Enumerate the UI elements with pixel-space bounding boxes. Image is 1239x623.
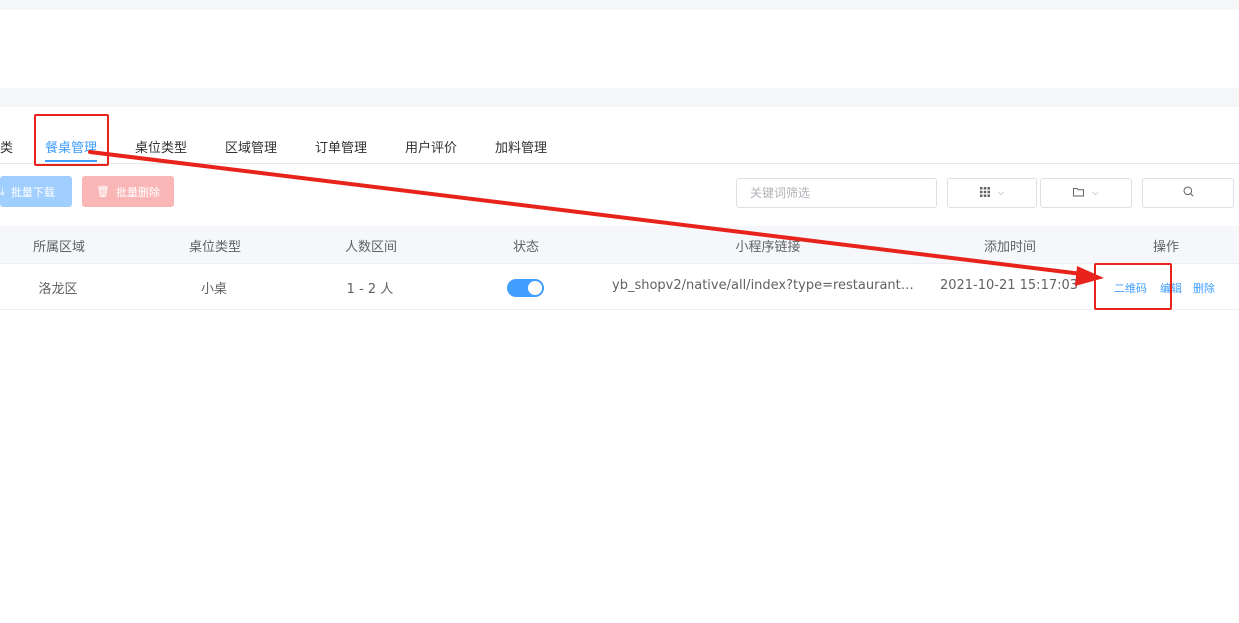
cell-mini-program-link: yb_shopv2/native/all/index?type=restaura…	[612, 278, 920, 293]
column-header-actions: 操作	[1152, 240, 1180, 255]
annotation-box-tab	[34, 114, 109, 166]
view-toggle-dropdown[interactable]: ⌵	[947, 178, 1037, 208]
top-band	[0, 0, 1239, 10]
status-toggle[interactable]	[507, 279, 544, 297]
delete-link[interactable]: 删除	[1193, 280, 1215, 296]
column-header-people: 人数区间	[344, 240, 398, 255]
grid-icon	[979, 186, 990, 200]
cell-people: 1 - 2 人	[346, 282, 394, 297]
section-divider-band	[0, 88, 1239, 107]
cell-added-time: 2021-10-21 15:17:03	[939, 278, 1079, 293]
download-icon: ⤓	[0, 184, 5, 198]
cell-area: 洛龙区	[38, 282, 78, 297]
column-header-mini-program-link: 小程序链接	[735, 240, 801, 255]
tab-table-type[interactable]: 桌位类型	[135, 137, 187, 156]
table-header: 所属区域 桌位类型 人数区间 状态 小程序链接 添加时间 操作	[0, 226, 1239, 264]
batch-delete-label: 批量删除	[115, 185, 160, 199]
batch-delete-button[interactable]: 🗑 批量删除	[82, 176, 174, 207]
search-button[interactable]	[1142, 178, 1234, 208]
keyword-filter-input[interactable]	[736, 178, 937, 208]
cell-type: 小桌	[200, 282, 228, 297]
tab-user-reviews[interactable]: 用户评价	[405, 137, 457, 156]
column-header-added-time: 添加时间	[983, 240, 1037, 255]
trash-icon: 🗑	[96, 185, 110, 198]
chevron-down-icon: ⌵	[997, 188, 1005, 198]
tab-order-management[interactable]: 订单管理	[315, 137, 367, 156]
column-header-type: 桌位类型	[188, 240, 242, 255]
tab-topping-management[interactable]: 加料管理	[495, 137, 547, 156]
column-header-area: 所属区域	[32, 240, 86, 255]
tab-bar: 类 餐桌管理 桌位类型 区域管理 订单管理 用户评价 加料管理	[0, 130, 1239, 164]
search-icon	[1183, 186, 1194, 200]
folder-dropdown[interactable]: ⌵	[1040, 178, 1132, 208]
chevron-down-icon: ⌵	[1092, 188, 1099, 198]
tab-partial[interactable]: 类	[0, 137, 13, 156]
tab-area-management[interactable]: 区域管理	[225, 137, 277, 156]
column-header-status: 状态	[512, 240, 540, 255]
table-row: 洛龙区 小桌 1 - 2 人 yb_shopv2/native/all/inde…	[0, 264, 1239, 310]
status-toggle-knob	[528, 281, 542, 295]
batch-download-label: 批量下载	[10, 185, 55, 199]
folder-icon	[1073, 187, 1085, 200]
batch-download-button[interactable]: ⤓ 批量下载	[0, 176, 72, 207]
annotation-box-qrcode	[1094, 263, 1172, 310]
